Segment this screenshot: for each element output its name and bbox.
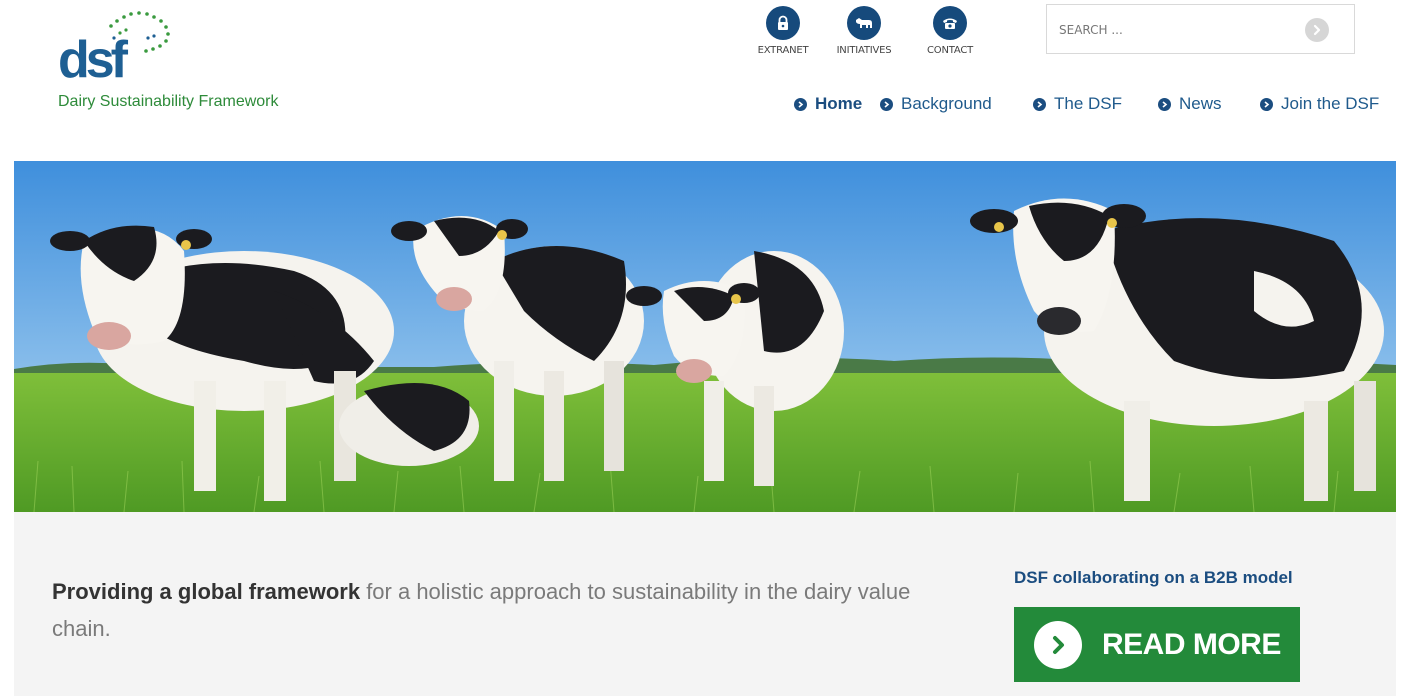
read-more-button[interactable]: READ MORE (1014, 607, 1300, 682)
chevron-right-icon (880, 97, 893, 111)
utility-contact-link[interactable]: CONTACT (908, 6, 992, 56)
lock-icon (766, 6, 800, 40)
nav-item-label: Join the DSF (1281, 94, 1380, 113)
chevron-right-icon (1033, 97, 1046, 111)
nav-item-news[interactable]: News (1158, 94, 1222, 114)
nav-item-label: Background (901, 94, 992, 113)
nav-item-the-dsf[interactable]: The DSF (1033, 94, 1122, 114)
main-nav: Home Background The DSF News Join the DS… (0, 94, 1402, 120)
promo-title[interactable]: DSF collaborating on a B2B model (1014, 568, 1293, 588)
cow-icon (847, 6, 881, 40)
search-submit-button[interactable] (1305, 18, 1329, 42)
utility-initiatives-label: INITIATIVES (836, 45, 892, 56)
chevron-right-icon (1034, 620, 1082, 669)
intro-band: Providing a global framework for a holis… (14, 512, 1396, 696)
nav-item-label: The DSF (1054, 94, 1123, 113)
nav-item-home[interactable]: Home (794, 94, 862, 114)
search-box (1046, 4, 1355, 54)
utility-extranet-label: EXTRANET (757, 45, 809, 56)
chevron-right-icon (794, 97, 807, 111)
utility-initiatives-link[interactable]: INITIATIVES (820, 6, 908, 56)
utility-nav: EXTRANET INITIATIVES CONTACT (746, 6, 992, 56)
arrow-right-icon (1313, 24, 1321, 36)
cows-pasture-illustration (14, 161, 1396, 512)
phone-icon (933, 6, 967, 40)
nav-item-label: Home (815, 94, 863, 113)
read-more-label: READ MORE (1102, 627, 1281, 661)
search-input[interactable] (1059, 19, 1289, 41)
chevron-right-icon (1158, 97, 1171, 111)
intro-text: Providing a global framework for a holis… (52, 573, 952, 647)
nav-item-join-the-dsf[interactable]: Join the DSF (1260, 94, 1379, 114)
utility-contact-label: CONTACT (926, 45, 974, 56)
utility-extranet-link[interactable]: EXTRANET (746, 6, 820, 56)
hero-image (14, 161, 1396, 512)
intro-strong-text: Providing a global framework (52, 579, 361, 604)
nav-item-background[interactable]: Background (880, 94, 992, 114)
nav-item-label: News (1179, 94, 1222, 113)
logo-wordmark: dsf (58, 31, 128, 89)
chevron-right-icon (1260, 97, 1273, 111)
